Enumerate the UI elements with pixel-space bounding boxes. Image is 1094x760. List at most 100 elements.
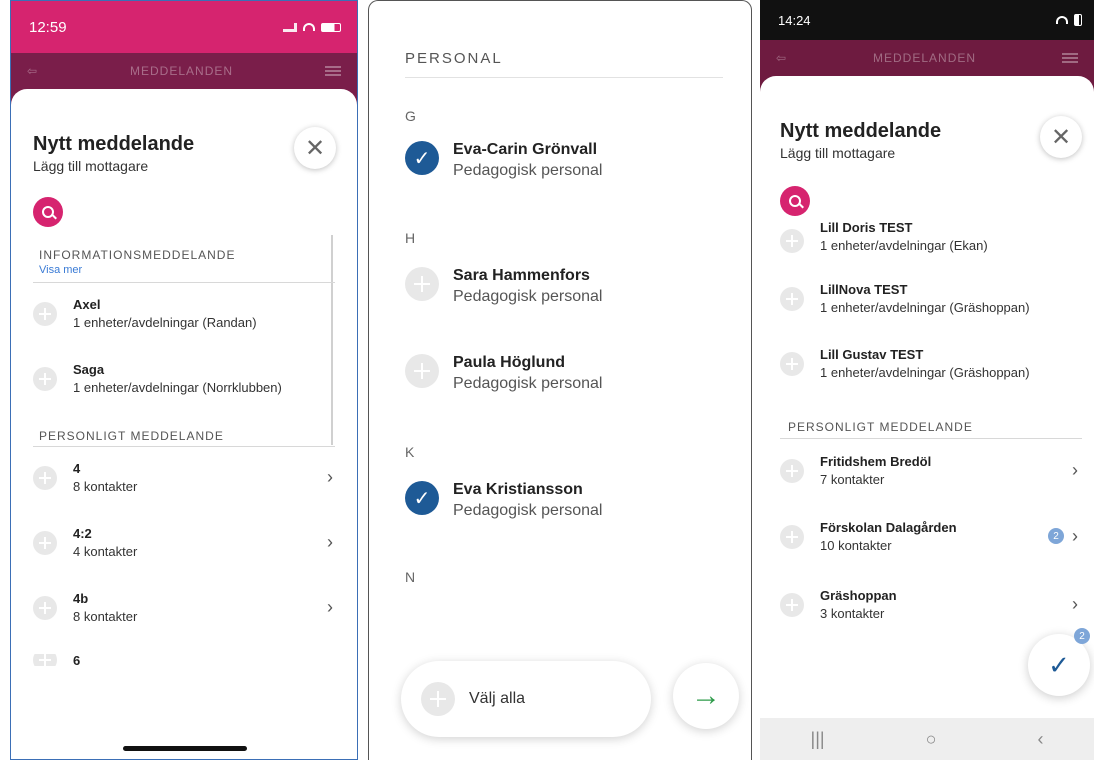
divider — [780, 438, 1082, 439]
divider — [33, 282, 335, 283]
divider — [33, 446, 335, 447]
home-icon[interactable]: ○ — [926, 729, 937, 750]
staff-row[interactable]: Sara Hammenfors Pedagogisk personal — [405, 267, 602, 306]
list-item[interactable]: Förskolan Dalagården 10 kontakter 2 › — [780, 520, 1078, 553]
list-item[interactable]: 4b 8 kontakter › — [33, 591, 333, 624]
checkmark-icon: ✓ — [1048, 649, 1070, 680]
add-icon[interactable] — [33, 595, 57, 620]
checkmark-icon[interactable]: ✓ — [405, 141, 439, 175]
list-item[interactable]: 4:2 4 kontakter › — [33, 526, 333, 559]
menu-icon[interactable] — [1061, 53, 1078, 63]
staff-role: Pedagogisk personal — [453, 375, 603, 392]
item-name: Fritidshem Bredöl — [820, 454, 932, 469]
show-more-link[interactable]: Visa mer — [39, 264, 235, 276]
add-icon[interactable] — [780, 458, 804, 483]
back-icon[interactable]: ⇦ — [27, 64, 38, 78]
list-item[interactable]: Lill Doris TEST 1 enheter/avdelningar (Ek… — [780, 215, 1080, 253]
list-item[interactable]: 4 8 kontakter › — [33, 461, 333, 494]
add-icon[interactable] — [780, 229, 804, 253]
item-sub: 3 kontakter — [820, 606, 885, 621]
staff-row[interactable]: Paula Höglund Pedagogisk personal — [405, 354, 602, 393]
back-icon[interactable]: ⇦ — [776, 51, 787, 65]
staff-name: Eva Kristiansson — [453, 481, 583, 498]
wifi-icon — [1056, 16, 1068, 24]
personal-section-header: PERSONLIGT MEDDELANDE — [788, 420, 973, 434]
staff-row[interactable]: ✓ Eva Kristiansson Pedagogisk personal — [405, 481, 602, 520]
next-button[interactable]: → — [673, 663, 739, 729]
add-icon[interactable] — [780, 351, 804, 376]
sheet-title: Nytt meddelande — [33, 133, 195, 155]
sheet-subtitle: Lägg till mottagare — [33, 158, 149, 174]
add-icon[interactable] — [33, 366, 57, 391]
item-sub: 1 enheter/avdelningar (Norrklubben) — [73, 380, 282, 395]
item-name: Lill Doris TEST — [820, 220, 913, 235]
status-bar: 14:24 — [760, 0, 1094, 40]
group-letter: N — [405, 569, 416, 585]
add-icon[interactable] — [780, 592, 804, 617]
close-button[interactable]: ✕ — [1040, 116, 1082, 158]
add-icon[interactable] — [780, 286, 804, 311]
arrow-right-icon: → — [691, 679, 721, 712]
list-item[interactable]: Lill Gustav TEST 1 enheter/avdelningar (G… — [780, 347, 1080, 380]
add-icon[interactable] — [405, 267, 439, 301]
search-button[interactable] — [33, 197, 63, 227]
staff-row[interactable]: ✓ Eva-Carin Grönvall Pedagogisk personal — [405, 141, 602, 180]
select-all-label: Välj alla — [469, 690, 526, 707]
chevron-right-icon[interactable]: › — [327, 597, 333, 618]
list-item[interactable]: Gräshoppan 3 kontakter › — [780, 588, 1078, 621]
scrollbar[interactable] — [331, 235, 333, 445]
group-letter: K — [405, 444, 415, 460]
add-icon[interactable] — [33, 654, 57, 666]
add-icon[interactable] — [780, 524, 804, 549]
list-item[interactable]: LillNova TEST 1 enheter/avdelningar (Gräs… — [780, 282, 1080, 315]
select-all-button[interactable]: Välj alla — [401, 661, 651, 737]
close-button[interactable]: ✕ — [294, 127, 336, 169]
chevron-right-icon[interactable]: › — [1072, 526, 1078, 547]
chevron-right-icon[interactable]: › — [327, 532, 333, 553]
divider — [405, 77, 723, 78]
search-icon — [42, 206, 54, 218]
status-time: 12:59 — [29, 18, 67, 36]
search-button[interactable] — [780, 186, 810, 216]
staff-name: Sara Hammenfors — [453, 267, 590, 284]
checkmark-icon[interactable]: ✓ — [405, 481, 439, 515]
add-icon[interactable] — [33, 465, 57, 490]
back-nav-icon[interactable]: ‹ — [1037, 729, 1043, 750]
status-bar: 12:59 — [11, 1, 357, 53]
item-name: 4 — [73, 461, 81, 476]
signal-icon — [283, 22, 297, 32]
list-item[interactable]: 6 — [33, 654, 333, 666]
chevron-right-icon[interactable]: › — [327, 467, 333, 488]
add-icon[interactable] — [405, 354, 439, 388]
staff-name: Paula Höglund — [453, 354, 565, 371]
item-sub: 8 kontakter — [73, 479, 138, 494]
list-item[interactable]: Fritidshem Bredöl 7 kontakter › — [780, 454, 1078, 487]
wifi-icon — [303, 23, 315, 31]
section-title: INFORMATIONSMEDDELANDE — [39, 248, 236, 262]
personal-section-header: PERSONLIGT MEDDELANDE — [39, 429, 224, 443]
item-name: Gräshoppan — [820, 588, 897, 603]
phone-screen-android: 14:24 ⇦ MEDDELANDEN Nytt meddelande Lägg… — [760, 0, 1094, 760]
list-item[interactable]: Axel 1 enheter/avdelningar (Randan) — [33, 297, 333, 330]
item-sub: 1 enheter/avdelningar (Gräshoppan) — [820, 300, 1030, 315]
status-time: 14:24 — [778, 12, 811, 28]
home-indicator[interactable] — [123, 746, 247, 751]
staff-role: Pedagogisk personal — [453, 502, 603, 519]
item-sub: 1 enheter/avdelningar (Gräshoppan) — [820, 365, 1030, 380]
chevron-right-icon[interactable]: › — [1072, 594, 1078, 615]
chevron-right-icon[interactable]: › — [1072, 460, 1078, 481]
status-icons — [283, 22, 341, 32]
item-name: 6 — [73, 654, 81, 666]
app-bar-title: MEDDELANDEN — [130, 64, 234, 78]
item-name: 4b — [73, 591, 89, 606]
recent-apps-icon[interactable]: ||| — [811, 729, 825, 750]
android-nav-bar: ||| ○ ‹ — [760, 718, 1094, 760]
app-bar: ⇦ MEDDELANDEN — [11, 53, 357, 89]
add-icon[interactable] — [33, 530, 57, 555]
sheet-header: Nytt meddelande Lägg till mottagare — [780, 120, 941, 161]
list-item[interactable]: Saga 1 enheter/avdelningar (Norrklubben) — [33, 362, 333, 395]
sheet-header: Nytt meddelande Lägg till mottagare — [33, 133, 194, 174]
item-name: Axel — [73, 297, 101, 312]
add-icon[interactable] — [33, 301, 57, 326]
menu-icon[interactable] — [324, 66, 341, 76]
